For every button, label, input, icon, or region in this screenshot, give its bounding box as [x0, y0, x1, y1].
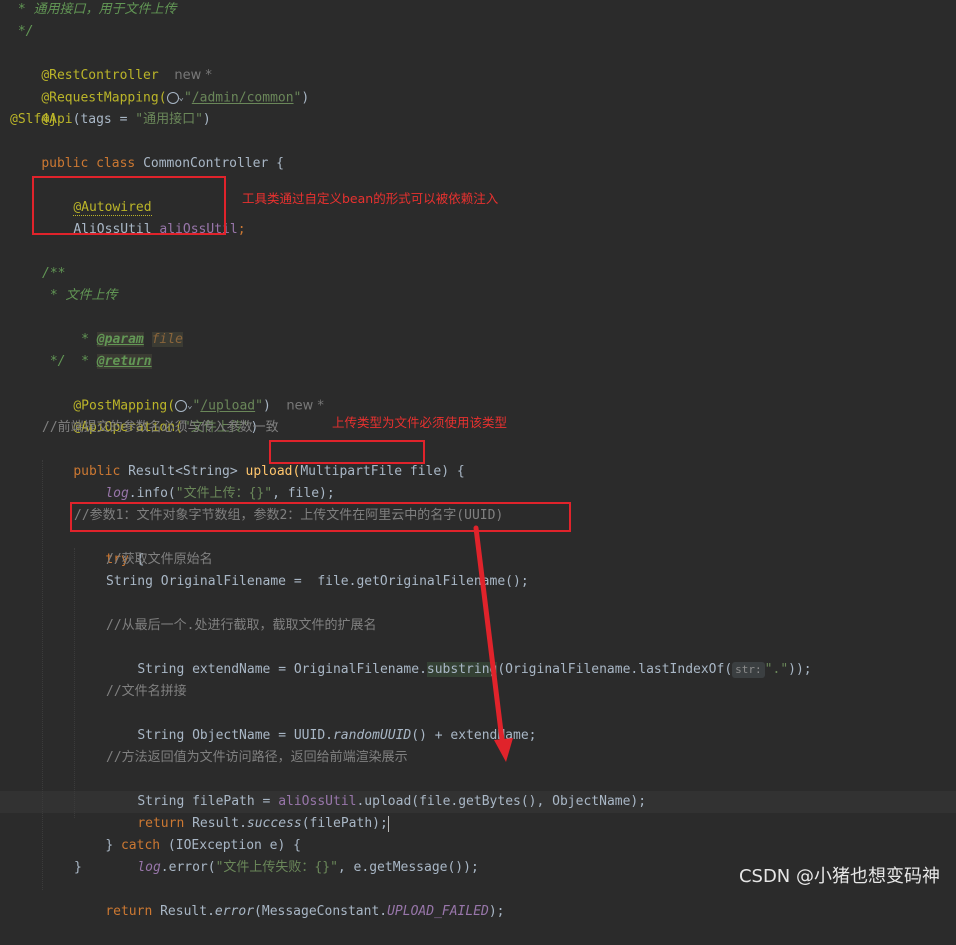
keyword: return — [105, 904, 161, 919]
method-name: error — [214, 904, 255, 919]
punct: ); — [488, 904, 505, 919]
watermark: CSDN @小猪也想变码神 — [738, 866, 940, 887]
code-text: (MessageConstant. — [254, 904, 388, 919]
constant: UPLOAD_FAILED — [387, 904, 489, 919]
code-text: Result. — [160, 904, 215, 919]
code-editor[interactable]: * 通用接口，用于文件上传 */ @RestController new * @… — [0, 0, 956, 919]
red-arrow-icon — [473, 525, 513, 762]
